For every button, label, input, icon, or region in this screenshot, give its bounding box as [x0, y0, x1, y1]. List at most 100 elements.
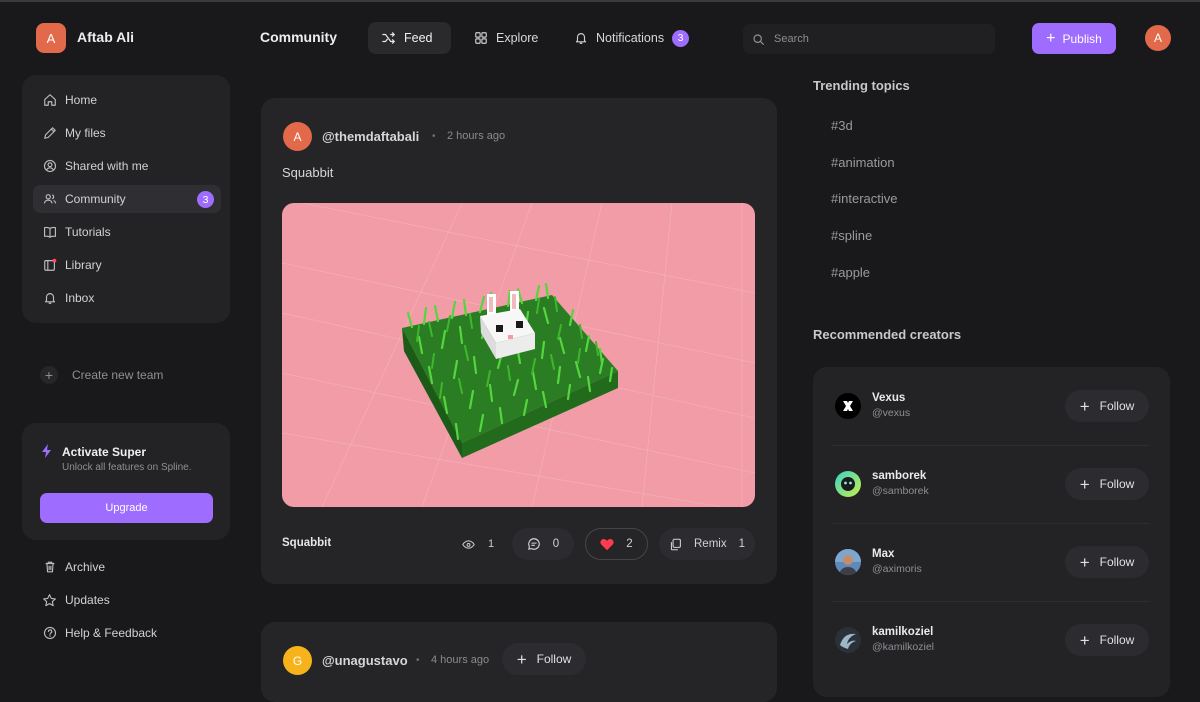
creator-handle: @vexus	[872, 407, 911, 419]
post-author-handle[interactable]: @unagustavo	[322, 653, 408, 668]
creator-name[interactable]: samborek	[872, 470, 926, 482]
shuffle-icon	[382, 32, 395, 44]
sidebar-item-home[interactable]: Home	[33, 86, 221, 114]
follow-button[interactable]: + Follow	[1065, 624, 1149, 656]
topic-tag[interactable]: #3d	[831, 118, 853, 133]
topic-tag[interactable]: #interactive	[831, 191, 897, 206]
sidebar-item-label: Shared with me	[65, 159, 149, 173]
like-button[interactable]: 2	[585, 528, 648, 560]
kamilkoziel-avatar-icon	[840, 633, 856, 649]
tab-feed[interactable]: Feed	[368, 22, 451, 54]
post-author-avatar[interactable]: G	[283, 646, 312, 675]
plus-icon: +	[1079, 552, 1090, 572]
separator-dot: •	[432, 131, 436, 142]
tab-feed-label: Feed	[404, 31, 433, 45]
sidebar-item-shared[interactable]: Shared with me	[33, 152, 221, 180]
remix-label: Remix	[694, 538, 727, 550]
library-icon	[42, 258, 57, 273]
divider	[831, 445, 1149, 446]
sidebar-item-community[interactable]: Community 3	[33, 185, 221, 213]
follow-label: Follow	[536, 652, 572, 666]
creator-avatar[interactable]	[835, 471, 861, 497]
grid-icon	[475, 32, 487, 44]
search-input[interactable]	[774, 33, 974, 45]
vexus-logo-icon	[843, 401, 853, 411]
community-badge: 3	[197, 191, 214, 208]
tab-notifications[interactable]: Notifications 3	[560, 22, 703, 54]
upgrade-button[interactable]: Upgrade	[40, 493, 213, 523]
post-author-handle[interactable]: @themdaftabali	[322, 129, 419, 144]
post-timestamp: 4 hours ago	[431, 654, 490, 666]
post-footer-title: Squabbit	[282, 537, 332, 549]
sidebar-item-inbox[interactable]: Inbox	[33, 284, 221, 312]
star-icon	[42, 593, 57, 608]
follow-label: Follow	[1099, 555, 1135, 569]
sidebar-item-label: Home	[65, 93, 98, 107]
super-subtitle: Unlock all features on Spline.	[62, 462, 192, 473]
follow-button[interactable]: + Follow	[1065, 546, 1149, 578]
creator-handle: @aximoris	[872, 563, 922, 575]
publish-label: Publish	[1062, 31, 1102, 46]
plus-icon: +	[1079, 474, 1090, 494]
post-author-avatar[interactable]: A	[283, 122, 312, 151]
publish-button[interactable]: + Publish	[1032, 23, 1116, 54]
sidebar-item-tutorials[interactable]: Tutorials	[33, 218, 221, 246]
creator-avatar[interactable]	[835, 627, 861, 653]
follow-label: Follow	[1099, 477, 1135, 491]
bell-icon	[575, 33, 587, 44]
eye-icon	[462, 539, 475, 549]
notifications-badge: 3	[672, 29, 690, 47]
users-icon	[42, 192, 57, 207]
remix-button[interactable]: Remix 1	[659, 528, 755, 560]
creator-name[interactable]: Vexus	[872, 392, 905, 404]
max-avatar-icon	[835, 549, 861, 575]
follow-button[interactable]: + Follow	[1065, 390, 1149, 422]
sidebar-item-updates[interactable]: Updates	[33, 586, 221, 614]
bunny-grass-scene	[282, 203, 755, 507]
sidebar-item-label: Inbox	[65, 291, 95, 305]
user-name[interactable]: Aftab Ali	[77, 29, 134, 45]
creator-name[interactable]: Max	[872, 548, 894, 560]
tab-notifications-label: Notifications	[596, 31, 665, 45]
super-title: Activate Super	[62, 445, 147, 459]
like-count: 2	[626, 538, 633, 550]
follow-label: Follow	[1099, 399, 1135, 413]
creator-name[interactable]: kamilkoziel	[872, 626, 933, 638]
bolt-icon	[42, 444, 52, 461]
recommended-title: Recommended creators	[813, 327, 962, 342]
plus-icon: +	[1079, 396, 1090, 416]
views-value: 1	[488, 538, 495, 550]
copy-icon	[670, 538, 681, 550]
sidebar-item-label: Tutorials	[65, 225, 111, 239]
create-team-button[interactable]: + Create new team	[22, 345, 230, 405]
user-avatar[interactable]: A	[36, 23, 66, 53]
topic-tag[interactable]: #apple	[831, 265, 870, 280]
creator-handle: @kamilkoziel	[872, 641, 935, 653]
creator-handle: @samborek	[872, 485, 929, 497]
sidebar-item-label: Community	[65, 192, 126, 206]
topic-tag[interactable]: #spline	[831, 228, 872, 243]
remix-count: 1	[738, 538, 745, 550]
trending-title: Trending topics	[813, 78, 910, 93]
creator-avatar[interactable]	[835, 549, 861, 575]
sidebar-item-archive[interactable]: Archive	[33, 553, 221, 581]
sidebar-item-label: Updates	[65, 593, 110, 607]
sidebar-item-help[interactable]: Help & Feedback	[33, 619, 221, 647]
top-bar: A Aftab Ali Community Feed Explore Notif…	[0, 2, 1200, 72]
sidebar-item-my-files[interactable]: My files	[33, 119, 221, 147]
trash-icon	[42, 560, 57, 575]
profile-avatar[interactable]: A	[1145, 25, 1171, 51]
separator-dot: •	[416, 655, 420, 666]
plus-icon: +	[1046, 29, 1056, 47]
post-title: Squabbit	[282, 165, 334, 180]
tab-explore[interactable]: Explore	[460, 22, 552, 54]
follow-button[interactable]: + Follow	[1065, 468, 1149, 500]
comment-button[interactable]: 0	[512, 528, 574, 560]
creator-avatar[interactable]	[835, 393, 861, 419]
post-preview-image[interactable]	[282, 203, 755, 507]
search-bar[interactable]	[743, 24, 995, 54]
follow-button[interactable]: + Follow	[502, 643, 586, 675]
create-team-label: Create new team	[72, 368, 164, 382]
topic-tag[interactable]: #animation	[831, 155, 895, 170]
sidebar-item-library[interactable]: Library	[33, 251, 221, 279]
